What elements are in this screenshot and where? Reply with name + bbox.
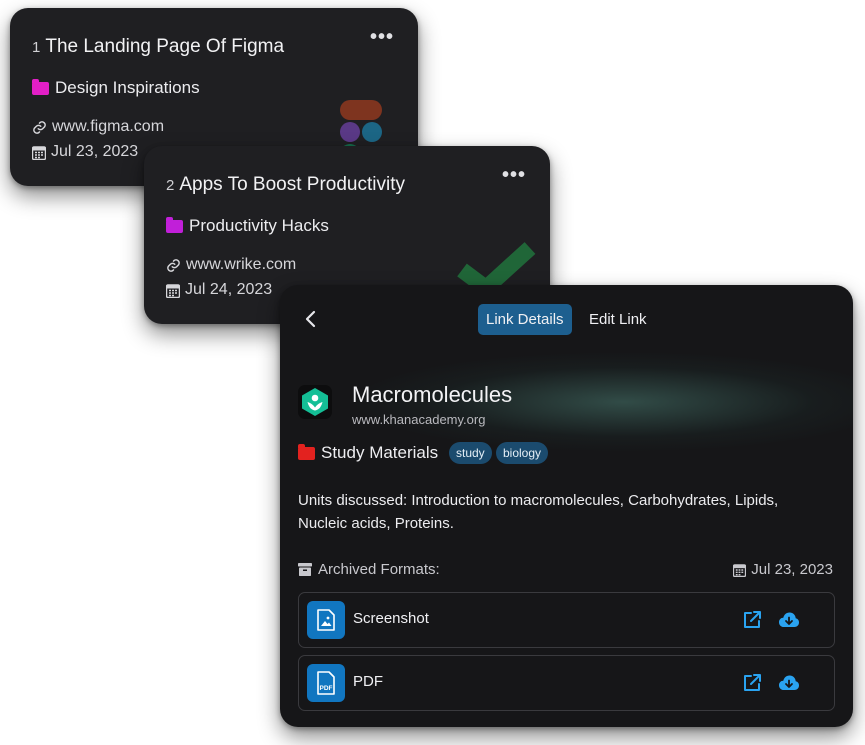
link-title-text: Apps To Boost Productivity <box>179 174 405 195</box>
date-text: Jul 24, 2023 <box>185 281 273 298</box>
archive-icon <box>298 563 312 576</box>
url-text: www.wrike.com <box>186 256 297 273</box>
folder-label: Design Inspirations <box>55 78 200 97</box>
link-folder[interactable]: Study Materials <box>298 443 438 463</box>
format-row-screenshot[interactable]: Screenshot <box>298 592 835 648</box>
calendar-icon <box>32 145 46 160</box>
tag-study[interactable]: study <box>449 442 492 464</box>
link-url[interactable]: www.figma.com <box>32 118 164 136</box>
link-details-panel: Link Details Edit Link Macromolecules ww… <box>280 285 853 727</box>
link-date: Jul 24, 2023 <box>166 281 272 299</box>
format-label: Screenshot <box>353 610 429 627</box>
link-icon <box>33 120 46 134</box>
link-url[interactable]: www.wrike.com <box>166 256 296 274</box>
folder-icon <box>298 443 315 460</box>
folder-label: Study Materials <box>321 443 439 462</box>
open-external-icon[interactable] <box>742 673 762 698</box>
date-text: Jul 23, 2023 <box>51 143 139 160</box>
link-title: 2 Apps To Boost Productivity <box>166 174 405 196</box>
folder-icon <box>166 216 183 233</box>
more-options-button[interactable]: ••• <box>502 165 526 185</box>
link-number: 1 <box>32 39 41 56</box>
link-title: Macromolecules <box>352 382 513 407</box>
link-url[interactable]: www.khanacademy.org <box>352 412 485 427</box>
date-text: Jul 23, 2023 <box>751 561 833 578</box>
back-button[interactable] <box>304 310 318 331</box>
khan-academy-logo-icon <box>298 385 332 419</box>
calendar-icon <box>733 563 747 577</box>
archived-label-text: Archived Formats: <box>318 561 440 578</box>
folder-icon <box>32 78 49 95</box>
folder-label: Productivity Hacks <box>189 216 329 235</box>
image-file-icon <box>307 601 345 639</box>
download-cloud-icon[interactable] <box>778 674 800 696</box>
download-cloud-icon[interactable] <box>778 611 800 633</box>
url-text: www.figma.com <box>52 118 165 135</box>
archived-formats-label: Archived Formats: <box>298 561 440 578</box>
link-title-text: The Landing Page Of Figma <box>45 36 285 57</box>
link-icon <box>167 258 180 272</box>
link-folder[interactable]: Productivity Hacks <box>166 216 329 236</box>
link-number: 2 <box>166 177 175 194</box>
format-label: PDF <box>353 673 383 690</box>
format-row-pdf[interactable]: PDF PDF <box>298 655 835 711</box>
link-title: 1 The Landing Page Of Figma <box>32 36 284 58</box>
pdf-badge: PDF <box>320 685 333 692</box>
link-date: Jul 23, 2023 <box>32 143 138 161</box>
calendar-icon <box>166 283 180 298</box>
link-folder[interactable]: Design Inspirations <box>32 78 200 98</box>
link-description: Units discussed: Introduction to macromo… <box>298 492 779 532</box>
tag-biology[interactable]: biology <box>496 442 549 464</box>
open-external-icon[interactable] <box>742 610 762 635</box>
tab-link-details[interactable]: Link Details <box>478 304 572 335</box>
pdf-file-icon: PDF <box>307 664 345 702</box>
chevron-left-icon <box>305 310 316 328</box>
archived-date: Jul 23, 2023 <box>733 561 833 578</box>
more-options-button[interactable]: ••• <box>370 27 394 47</box>
tab-edit-link[interactable]: Edit Link <box>581 304 655 335</box>
